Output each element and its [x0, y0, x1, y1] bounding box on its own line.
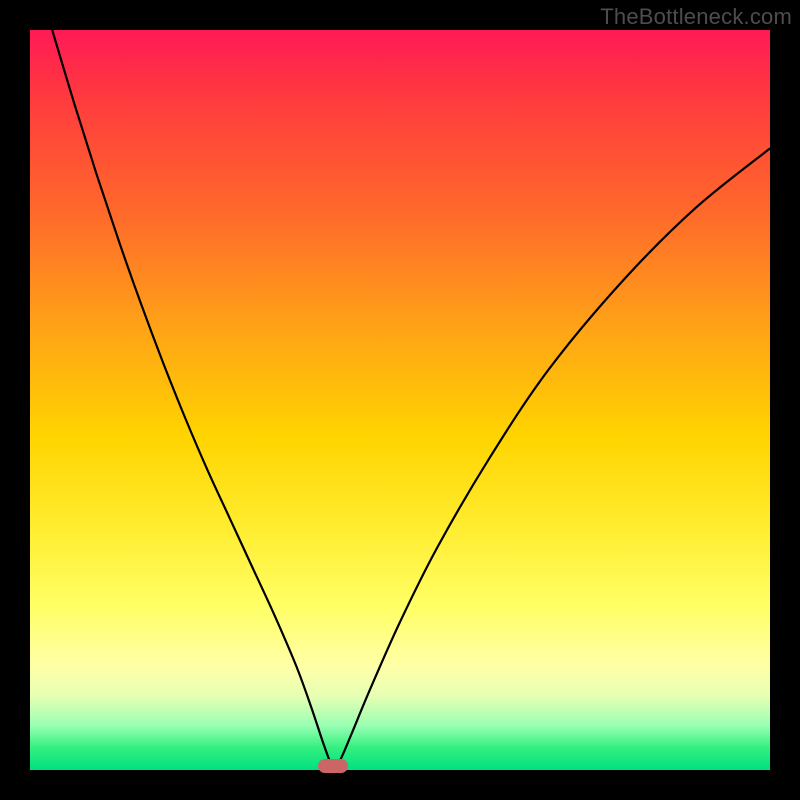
chart-frame: TheBottleneck.com	[0, 0, 800, 800]
curve-left-branch	[52, 30, 333, 770]
optimum-marker	[318, 759, 348, 773]
bottleneck-curve	[30, 30, 770, 770]
curve-right-branch	[333, 148, 770, 770]
plot-area	[30, 30, 770, 770]
watermark-text: TheBottleneck.com	[600, 4, 792, 30]
